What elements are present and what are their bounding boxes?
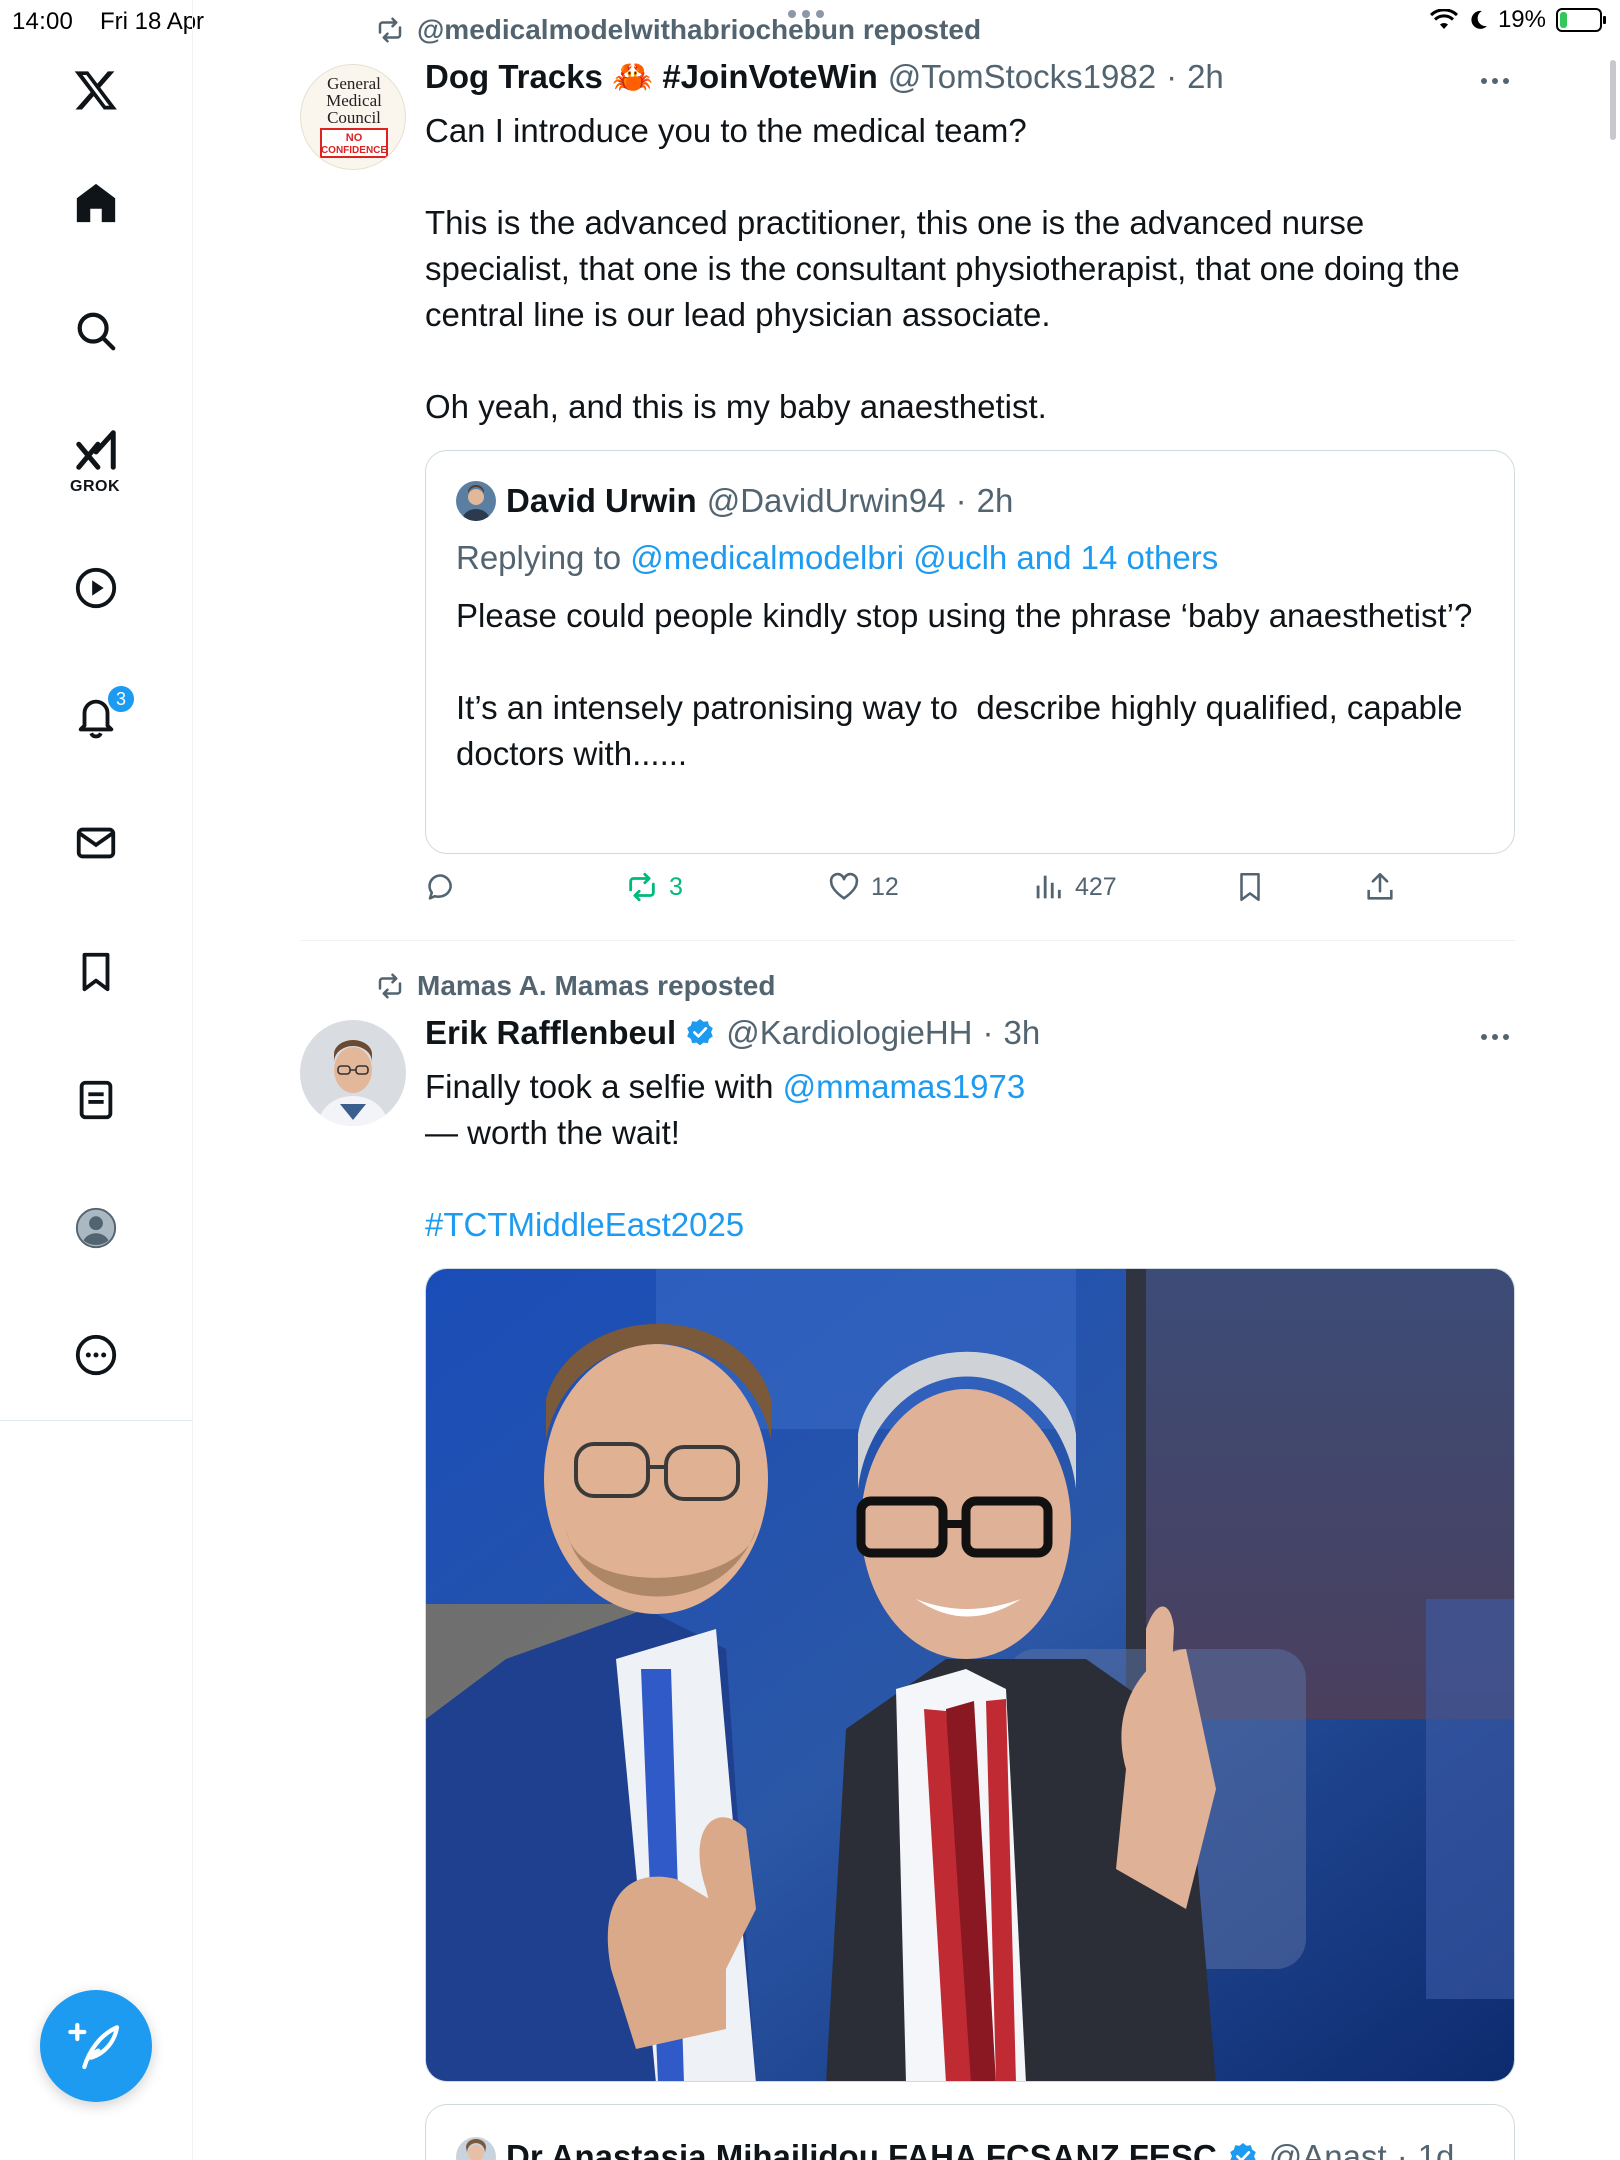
quoted-tweet[interactable]: Dr Anastasia Mihailidou FAHA FCSANZ FESC… — [425, 2104, 1515, 2160]
repost-by-label[interactable]: Mamas A. Mamas reposted — [417, 970, 775, 1002]
author-name[interactable]: Erik Rafflenbeul — [425, 1014, 676, 1052]
hashtag-link[interactable]: #TCTMiddleEast2025 — [425, 1202, 744, 1248]
separator-dot: · — [955, 482, 967, 519]
grok-label: GROK — [70, 478, 120, 495]
like-count: 12 — [871, 872, 899, 901]
replying-prefix: Replying to — [456, 539, 622, 576]
wifi-icon — [1429, 9, 1458, 29]
separator-dot: · — [1396, 2138, 1408, 2160]
compose-feather-icon — [68, 2022, 120, 2070]
quote-avatar — [456, 2137, 496, 2160]
tweet-text: Finally took a selfie with @mmamas1973 —… — [425, 1064, 1515, 1156]
quote-text: Please could people kindly stop using th… — [456, 597, 1473, 772]
repost-icon — [629, 872, 655, 902]
repost-count: 3 — [669, 872, 683, 901]
verified-badge-icon — [1229, 2143, 1256, 2160]
repost-indicator: Mamas A. Mamas reposted — [375, 970, 775, 1002]
views-button[interactable]: 427 — [1031, 870, 1117, 904]
replying-to: Replying to @medicalmodelbri @uclh and 1… — [456, 539, 1218, 577]
profile-avatar-icon[interactable] — [56, 1188, 136, 1268]
replying-to-users[interactable]: @medicalmodelbri @uclh and 14 others — [630, 539, 1218, 576]
tweet-time[interactable]: 2h — [1187, 58, 1224, 96]
quote-header: Dr Anastasia Mihailidou FAHA FCSANZ FESC… — [456, 2137, 1454, 2160]
share-icon — [1367, 872, 1393, 900]
tweet-text-end: — worth the wait! — [425, 1114, 680, 1151]
repost-icon — [378, 17, 402, 43]
tweet-divider — [300, 940, 1515, 941]
avatar-text-confidence: CONFIDENCE — [321, 145, 387, 156]
tweet-more-icon[interactable] — [1481, 78, 1509, 84]
bookmark-button[interactable] — [1233, 870, 1267, 904]
repost-button[interactable]: 3 — [625, 870, 683, 904]
repost-icon — [378, 973, 402, 999]
quoted-tweet[interactable]: David Urwin @DavidUrwin94 · 2h Replying … — [425, 450, 1515, 854]
more-options-icon[interactable] — [56, 1315, 136, 1395]
quote-header: David Urwin @DavidUrwin94 · 2h — [456, 481, 1013, 521]
reply-icon — [428, 874, 452, 900]
messages-mail-icon[interactable] — [56, 803, 136, 883]
verified-badge-icon — [687, 1019, 714, 1046]
tweet-time[interactable]: 3h — [1004, 1014, 1041, 1052]
video-icon[interactable] — [56, 548, 136, 628]
search-icon[interactable] — [56, 291, 136, 371]
notification-badge: 3 — [106, 684, 136, 714]
tweet-more-icon[interactable] — [1481, 1034, 1509, 1040]
battery-percent: 19% — [1497, 6, 1546, 33]
compose-post-button[interactable] — [40, 1990, 152, 2102]
lists-icon[interactable] — [56, 1060, 136, 1140]
heart-icon — [829, 872, 859, 900]
repost-by-label[interactable]: @medicalmodelwithabriochebun reposted — [417, 14, 981, 46]
quote-author-handle: @DavidUrwin94 — [706, 482, 946, 519]
status-indicators: 19% — [1429, 6, 1606, 34]
quote-author-name: David Urwin — [506, 482, 697, 519]
tweet-text-start: Finally took a selfie with — [425, 1068, 783, 1105]
quote-time: 2h — [976, 482, 1014, 519]
views-chart-icon — [1036, 875, 1061, 899]
author-name-wrap: Erik Rafflenbeul — [425, 1014, 716, 1052]
battery-fill — [1560, 12, 1568, 28]
avatar[interactable] — [300, 1020, 406, 1126]
avatar-text-no: NO — [346, 132, 363, 144]
author-handle[interactable]: @KardiologieHH — [726, 1014, 972, 1052]
author-name[interactable]: Dog Tracks 🦀 #JoinVoteWin — [425, 58, 878, 97]
avatar-text-council: Council — [327, 108, 381, 127]
scrollbar[interactable] — [1610, 60, 1616, 140]
quote-avatar — [456, 481, 496, 521]
tweet-header: Dog Tracks 🦀 #JoinVoteWin @TomStocks1982… — [425, 58, 1224, 97]
reply-button[interactable] — [425, 870, 459, 904]
quote-author-handle: @Anast — [1268, 2138, 1387, 2160]
share-button[interactable] — [1363, 870, 1397, 904]
sidebar: GROK 3 — [0, 0, 193, 2160]
tweet-text: Can I introduce you to the medical team?… — [425, 112, 1460, 425]
repost-indicator: @medicalmodelwithabriochebun reposted — [375, 14, 981, 46]
tweet-actions: 3 12 427 — [425, 870, 1425, 914]
home-icon[interactable] — [56, 163, 136, 243]
bookmark-icon — [1240, 872, 1260, 902]
view-count: 427 — [1075, 872, 1117, 901]
bookmarks-icon[interactable] — [56, 932, 136, 1012]
like-button[interactable]: 12 — [827, 870, 899, 904]
sidebar-divider — [0, 1420, 193, 1421]
author-handle[interactable]: @TomStocks1982 — [888, 58, 1156, 96]
quote-author-name: Dr Anastasia Mihailidou FAHA FCSANZ FESC — [506, 2138, 1217, 2160]
moon-icon — [1471, 10, 1487, 29]
battery-icon — [1556, 8, 1606, 32]
separator-dot: · — [1166, 58, 1178, 95]
x-logo-icon[interactable] — [56, 50, 136, 130]
tweet-header: Erik Rafflenbeul @KardiologieHH · 3h — [425, 1014, 1040, 1052]
separator-dot: · — [982, 1014, 994, 1051]
tweet-photo[interactable] — [425, 1268, 1515, 2082]
avatar[interactable]: General Medical Council NO CONFIDENCE — [300, 64, 406, 170]
quote-time: 1d — [1417, 2138, 1455, 2160]
mention-link[interactable]: @mmamas1973 — [783, 1068, 1026, 1105]
